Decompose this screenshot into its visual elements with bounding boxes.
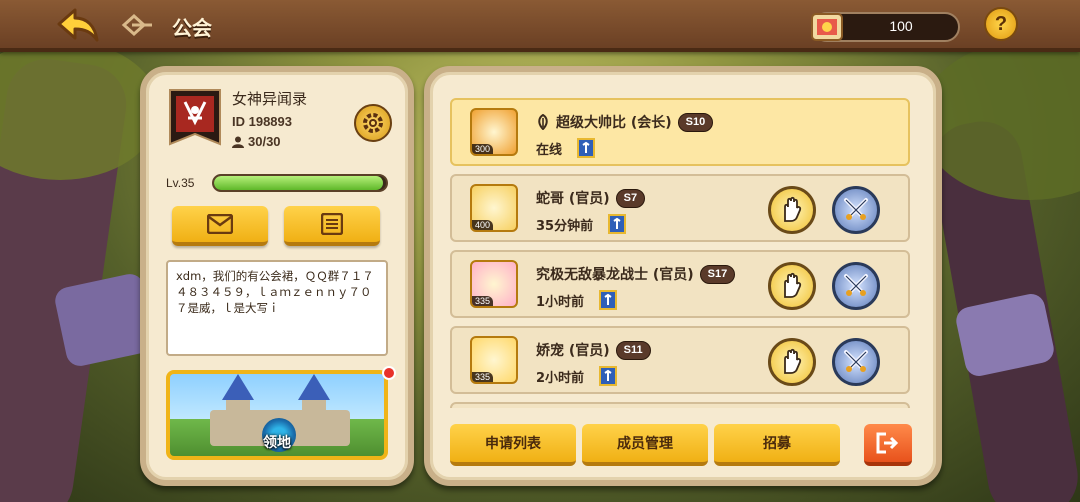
- scroll-ticket-icon: [811, 13, 843, 41]
- guild-name: 女神异闻录: [232, 90, 308, 108]
- recruit-button[interactable]: 招募: [714, 424, 840, 466]
- member-avatar[interactable]: 300: [470, 108, 518, 156]
- member-name-line: 蛇哥 (官员) S7: [536, 188, 646, 208]
- page-title: 公会: [172, 16, 212, 40]
- member-row[interactable]: [450, 402, 910, 408]
- leader-crown-icon: [538, 114, 548, 130]
- rank-badge-icon: [577, 138, 596, 158]
- guild-mail-button[interactable]: [172, 206, 268, 246]
- glove-icon: [784, 272, 802, 298]
- crossed-swords-icon: [844, 350, 868, 372]
- member-row[interactable]: 335 究极无敌暴龙战士 (官员) S17 1小时前: [450, 250, 910, 318]
- glove-icon: [784, 348, 802, 374]
- guild-banner-icon: [169, 89, 221, 146]
- avatar-level: 400: [472, 220, 494, 230]
- avatar-level: 335: [472, 372, 494, 382]
- guild-exp-bar: [212, 174, 388, 192]
- top-bar: 公会 100 ?: [0, 0, 1080, 52]
- rank-badge-icon: [599, 366, 618, 386]
- currency-value: 100: [889, 18, 913, 34]
- glove-icon: [784, 196, 802, 222]
- member-name-line: 超级大帅比 (会长) S10: [536, 112, 714, 132]
- member-list-panel: 300 超级大帅比 (会长) S10 在线 400 蛇哥 (官员) S7 35分钟前 335 究极…: [424, 66, 942, 486]
- server-tag: S7: [615, 188, 646, 208]
- member-list[interactable]: 300 超级大帅比 (会长) S10 在线 400 蛇哥 (官员) S7 35分钟前 335 究极…: [450, 98, 910, 408]
- member-name-line: 究极无敌暴龙战士 (官员) S17: [536, 264, 736, 284]
- member-status-line: 35分钟前: [536, 214, 627, 234]
- guild-log-button[interactable]: [284, 206, 380, 246]
- guild-id: ID 198893: [232, 114, 292, 129]
- notification-dot: [382, 366, 396, 380]
- battle-swords-button[interactable]: [832, 186, 880, 234]
- territory-button[interactable]: 领地: [166, 370, 388, 460]
- support-glove-button[interactable]: [768, 262, 816, 310]
- guild-level: Lv.35: [166, 176, 195, 190]
- castle-roof: [222, 374, 254, 400]
- back-arrow-icon: [57, 8, 99, 42]
- support-glove-button[interactable]: [768, 338, 816, 386]
- leave-guild-button[interactable]: [864, 424, 912, 466]
- crossed-swords-icon: [844, 274, 868, 296]
- member-row[interactable]: 400 蛇哥 (官员) S7 35分钟前: [450, 174, 910, 242]
- avatar-level: 335: [472, 296, 494, 306]
- gear-icon: [363, 113, 383, 133]
- guild-info-panel: 女神异闻录 ID 198893 30/30 Lv.35 xdm，我们的有公会裙，…: [140, 66, 414, 486]
- crossed-swords-icon: [844, 198, 868, 220]
- guild-notice[interactable]: xdm，我们的有公会裙，ＱＱ群７１７４８３４５９，ｌａｍｚｅｎｎｙ７０７是威，ｌ…: [166, 260, 388, 356]
- member-status: 2小时前: [536, 370, 585, 386]
- castle-roof: [298, 374, 330, 400]
- server-tag: S11: [615, 340, 651, 360]
- member-status-line: 1小时前: [536, 290, 618, 310]
- list-icon: [321, 213, 343, 235]
- member-name-line: 娇宠 (官员) S11: [536, 340, 651, 360]
- member-status-line: 2小时前: [536, 366, 618, 386]
- member-name: 超级大帅比 (会长): [556, 115, 672, 131]
- exit-icon: [876, 432, 899, 454]
- member-name: 蛇哥 (官员): [536, 191, 610, 207]
- apply-list-button[interactable]: 申请列表: [450, 424, 576, 466]
- guild-exp-fill: [214, 176, 383, 190]
- server-tag: S17: [699, 264, 736, 284]
- battle-swords-button[interactable]: [832, 338, 880, 386]
- back-button[interactable]: [56, 6, 102, 44]
- guild-settings-button[interactable]: [354, 104, 392, 142]
- member-status: 在线: [536, 142, 563, 158]
- guild-member-count: 30/30: [232, 134, 281, 149]
- member-avatar[interactable]: 335: [470, 260, 518, 308]
- member-manage-button[interactable]: 成员管理: [582, 424, 708, 466]
- person-icon: [232, 136, 244, 148]
- help-button[interactable]: ?: [984, 7, 1018, 41]
- avatar-level: 300: [472, 144, 494, 154]
- mail-icon: [207, 214, 233, 234]
- rank-badge-icon: [608, 214, 627, 234]
- member-name: 究极无敌暴龙战士 (官员): [536, 267, 694, 283]
- support-glove-button[interactable]: [768, 186, 816, 234]
- member-status: 35分钟前: [536, 218, 594, 234]
- member-avatar[interactable]: 335: [470, 336, 518, 384]
- member-row[interactable]: 300 超级大帅比 (会长) S10 在线: [450, 98, 910, 166]
- battle-swords-button[interactable]: [832, 262, 880, 310]
- server-tag: S10: [677, 112, 714, 132]
- member-status: 1小时前: [536, 294, 585, 310]
- rank-badge-icon: [599, 290, 618, 310]
- member-row[interactable]: 335 娇宠 (官员) S11 2小时前: [450, 326, 910, 394]
- territory-label: 领地: [263, 435, 291, 451]
- member-count-text: 30/30: [248, 134, 281, 149]
- member-avatar[interactable]: 400: [470, 184, 518, 232]
- guild-crest-icon: [121, 13, 152, 37]
- member-status-line: 在线: [536, 138, 596, 158]
- member-name: 娇宠 (官员): [536, 343, 610, 359]
- currency-display: 100: [811, 12, 960, 42]
